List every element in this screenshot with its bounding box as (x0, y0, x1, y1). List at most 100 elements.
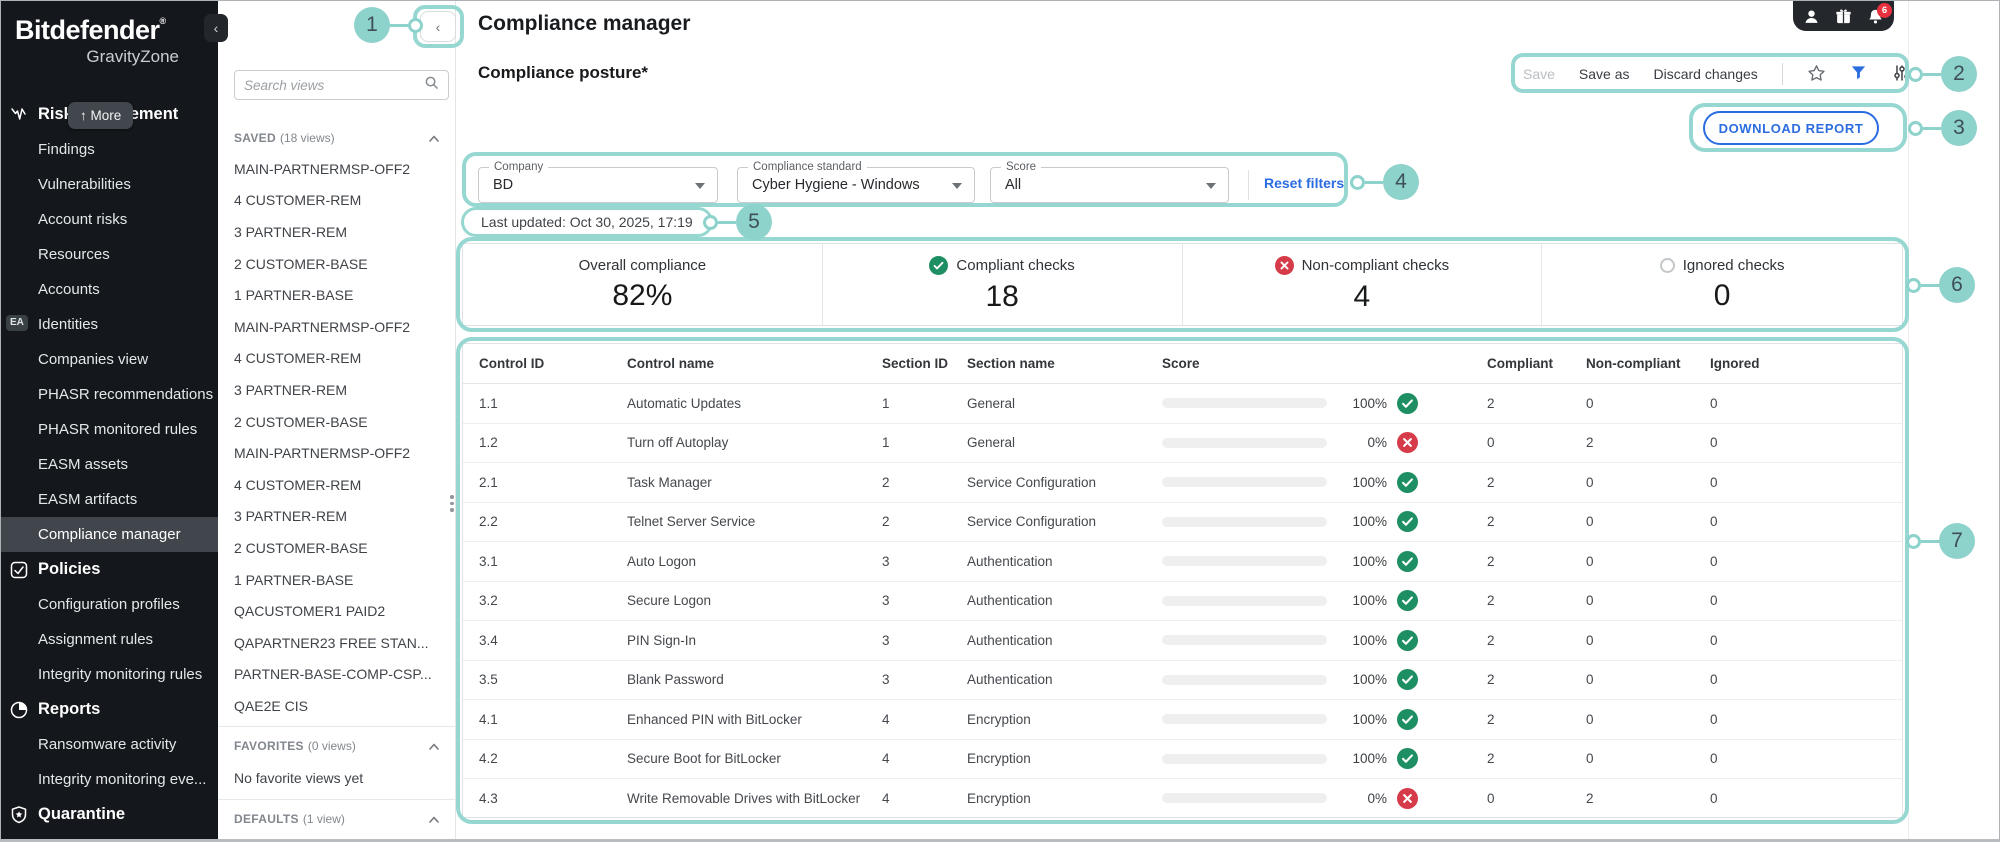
score-progress-track (1162, 398, 1327, 408)
table-row[interactable]: 2.1 Task Manager 2 Service Configuration… (463, 463, 1902, 503)
table-row[interactable]: 4.1 Enhanced PIN with BitLocker 4 Encryp… (463, 700, 1902, 740)
compliance-standard-select[interactable]: Compliance standard Cyber Hygiene - Wind… (737, 167, 975, 203)
view-list-item[interactable]: 3 PARTNER-REM (218, 216, 455, 248)
table-row[interactable]: 3.2 Secure Logon 3 Authentication 100% (463, 582, 1902, 622)
company-select[interactable]: Company BD (478, 167, 718, 203)
sidebar-item[interactable]: Accounts (1, 272, 218, 307)
search-icon[interactable] (424, 75, 439, 95)
column-settings-icon[interactable] (1893, 64, 1912, 83)
cell-section-id: 3 (882, 633, 967, 648)
cell-ignored: 0 (1710, 475, 1902, 490)
search-views-input[interactable] (244, 78, 424, 93)
table-row[interactable]: 1.1 Automatic Updates 1 General 100% (463, 384, 1902, 424)
view-list-item[interactable]: 2 CUSTOMER-BASE (218, 532, 455, 564)
callout-7: 7 (1906, 523, 1975, 559)
view-list-item[interactable]: 2 CUSTOMER-BASE (218, 406, 455, 438)
view-list-item[interactable]: QAE2E CIS (218, 690, 455, 722)
view-list-item[interactable]: 4 CUSTOMER-REM (218, 185, 455, 217)
sidebar-section-policies[interactable]: Policies (1, 552, 218, 587)
cell-control-name: Write Removable Drives with BitLocker (627, 791, 882, 806)
save-as-button[interactable]: Save as (1579, 66, 1630, 82)
sidebar-section-reports[interactable]: Reports (1, 692, 218, 727)
view-list-item[interactable]: MAIN-PARTNERMSP-OFF2 (218, 437, 455, 469)
sidebar-section-quarantine[interactable]: Quarantine (1, 797, 218, 832)
views-panel-collapse-button[interactable]: ‹ (420, 11, 456, 42)
cell-section-name: Authentication (967, 672, 1162, 687)
sidebar-item[interactable]: Integrity monitoring eve... (1, 762, 218, 797)
view-list-item[interactable]: QAPARTNER23 FREE STAN... (218, 627, 455, 659)
sidebar-item[interactable]: Integrity monitoring rules (1, 657, 218, 692)
sidebar-item[interactable]: Ransomware activity (1, 727, 218, 762)
bell-icon[interactable]: 6 (1867, 8, 1884, 25)
chevron-up-icon[interactable] (427, 813, 441, 827)
sidebar-item[interactable]: Configuration profiles (1, 587, 218, 622)
filter-icon[interactable] (1850, 64, 1869, 83)
view-list-item[interactable]: 4 CUSTOMER-REM (218, 343, 455, 375)
score-progress-track (1162, 754, 1327, 764)
sidebar-item[interactable]: Computers and VMs (1, 832, 218, 842)
sidebar-collapse-button[interactable]: ‹ (204, 14, 228, 42)
chevron-up-icon[interactable] (427, 740, 441, 754)
cell-score: 100% (1162, 393, 1487, 414)
sidebar-item[interactable]: EA Identities (1, 307, 218, 342)
cell-score: 100% (1162, 669, 1487, 690)
cell-score: 100% (1162, 511, 1487, 532)
sidebar-item-label: Configuration profiles (38, 596, 180, 613)
sidebar-item[interactable]: Resources (1, 237, 218, 272)
view-list-item[interactable]: MAIN-PARTNERMSP-OFF2 (218, 153, 455, 185)
save-button[interactable]: Save (1523, 66, 1555, 82)
view-list-item[interactable]: 1 PARTNER-BASE (218, 564, 455, 596)
view-item-label: 3 PARTNER-REM (234, 224, 347, 240)
defaults-count: (1 view) (303, 812, 345, 826)
sidebar-item[interactable]: Account risks (1, 202, 218, 237)
cell-control-id: 3.4 (479, 633, 627, 648)
sidebar-item[interactable]: Assignment rules (1, 622, 218, 657)
view-list-item[interactable]: MAIN-PARTNERMSP-OFF2 (218, 311, 455, 343)
view-list-item[interactable]: QACUSTOMER1 PAID2 (218, 595, 455, 627)
quarantine-icon (9, 805, 29, 825)
table-row[interactable]: 3.4 PIN Sign-In 3 Authentication 100% (463, 621, 1902, 661)
table-row[interactable]: 3.1 Auto Logon 3 Authentication 100% (463, 542, 1902, 582)
more-tooltip[interactable]: ↑ More (68, 102, 133, 129)
check-circle-icon (929, 256, 948, 275)
gift-icon[interactable] (1835, 8, 1852, 25)
sidebar-item[interactable]: Companies view (1, 342, 218, 377)
sidebar-item[interactable]: EASM artifacts (1, 482, 218, 517)
favorite-star-icon[interactable] (1807, 64, 1826, 83)
view-list-item[interactable]: PARTNER-BASE-COMP-CSP... (218, 659, 455, 691)
table-row[interactable]: 2.2 Telnet Server Service 2 Service Conf… (463, 503, 1902, 543)
sidebar-item[interactable]: Findings (1, 132, 218, 167)
table-row[interactable]: 1.2 Turn off Autoplay 1 General 0% (463, 424, 1902, 464)
score-select[interactable]: Score All (990, 167, 1229, 203)
score-percent: 100% (1343, 593, 1387, 608)
sidebar-item-label: Companies view (38, 351, 148, 368)
view-list-item[interactable]: 3 PARTNER-REM (218, 501, 455, 533)
table-row[interactable]: 4.3 Write Removable Drives with BitLocke… (463, 779, 1902, 818)
view-list-item[interactable]: 3 PARTNER-REM (218, 374, 455, 406)
user-icon[interactable] (1803, 8, 1820, 25)
cell-score: 100% (1162, 748, 1487, 769)
sidebar-item[interactable]: Compliance manager (1, 517, 218, 552)
sidebar-item[interactable]: EASM assets (1, 447, 218, 482)
view-list-item[interactable]: 4 CUSTOMER-REM (218, 469, 455, 501)
sidebar-item[interactable]: Vulnerabilities (1, 167, 218, 202)
table-row[interactable]: 4.2 Secure Boot for BitLocker 4 Encrypti… (463, 740, 1902, 780)
content-right-divider (1908, 1, 1909, 842)
cell-non-compliant: 0 (1586, 593, 1710, 608)
ignored-checks-value: 0 (1714, 279, 1731, 313)
panel-resize-handle[interactable] (450, 495, 454, 512)
sidebar-item[interactable]: PHASR recommendations (1, 377, 218, 412)
cell-ignored: 0 (1710, 554, 1902, 569)
sidebar-item[interactable]: PHASR monitored rules (1, 412, 218, 447)
view-list-item[interactable]: 2 CUSTOMER-BASE (218, 248, 455, 280)
table-row[interactable]: 3.5 Blank Password 3 Authentication 100% (463, 661, 1902, 701)
view-item-label: 1 PARTNER-BASE (234, 287, 353, 303)
cell-compliant: 2 (1487, 672, 1586, 687)
cell-section-name: General (967, 435, 1162, 450)
view-list-item[interactable]: 1 PARTNER-BASE (218, 279, 455, 311)
chevron-up-icon[interactable] (427, 132, 441, 146)
reset-filters-link[interactable]: Reset filters (1264, 175, 1344, 191)
download-report-button[interactable]: DOWNLOAD REPORT (1703, 111, 1879, 145)
discard-changes-button[interactable]: Discard changes (1654, 66, 1758, 82)
sidebar-item-label: PHASR recommendations (38, 386, 213, 403)
